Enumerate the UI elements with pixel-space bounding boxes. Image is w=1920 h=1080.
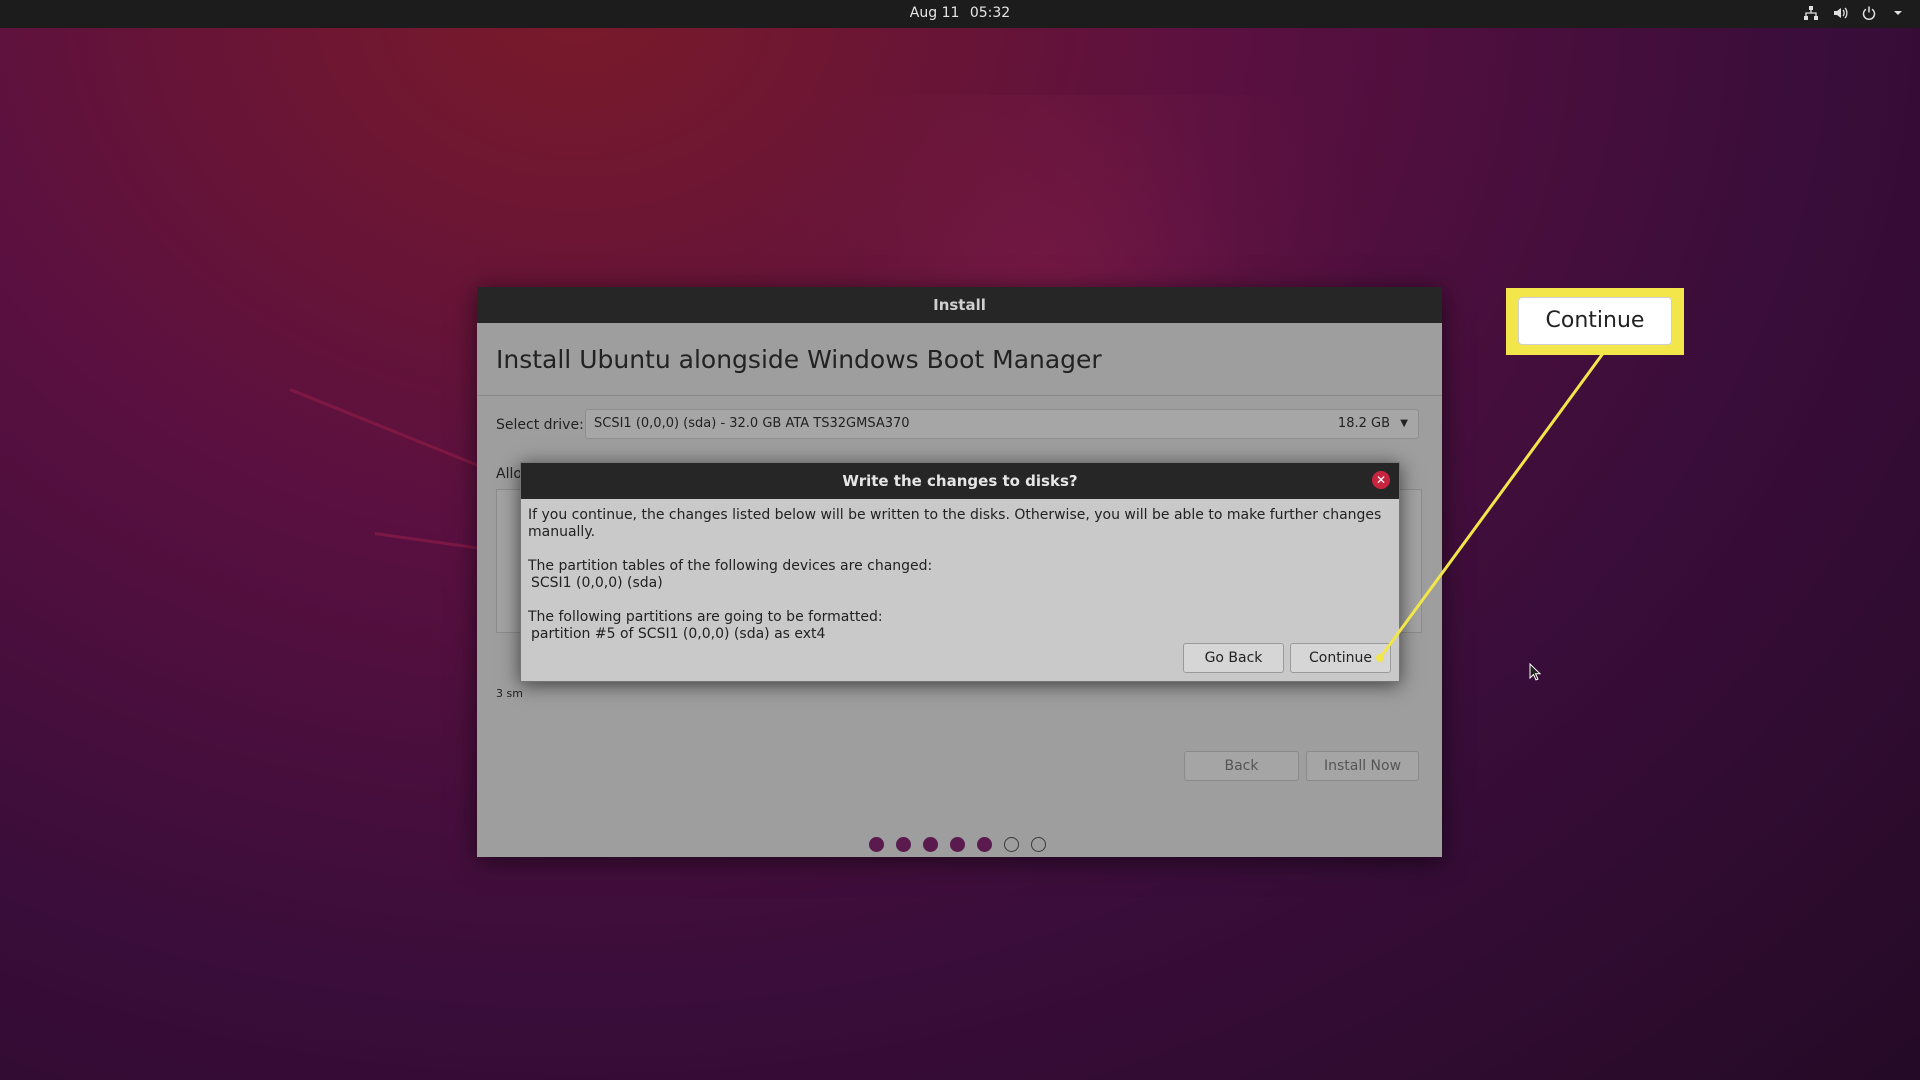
progress-dot-done: [869, 837, 884, 852]
volume-icon[interactable]: [1832, 5, 1848, 21]
drive-size: 18.2 GB: [1337, 416, 1390, 431]
dialog-title: Write the changes to disks?: [842, 472, 1078, 490]
drive-select-value: SCSI1 (0,0,0) (sda) - 32.0 GB ATA TS32GM…: [594, 416, 910, 431]
progress-dot-done: [896, 837, 911, 852]
clock-time: 05:32: [969, 5, 1011, 21]
wallpaper-line: [289, 388, 495, 474]
drive-select[interactable]: SCSI1 (0,0,0) (sda) - 32.0 GB ATA TS32GM…: [585, 409, 1419, 439]
format-heading: The following partitions are going to be…: [528, 609, 883, 625]
progress-dot-done: [950, 837, 965, 852]
go-back-button[interactable]: Go Back: [1183, 643, 1284, 673]
chevron-down-icon: ▼: [1400, 418, 1408, 429]
select-drive-label: Select drive:: [496, 417, 584, 433]
progress-dot-done: [977, 837, 992, 852]
window-title: Install: [477, 287, 1442, 323]
mouse-cursor-icon: [1529, 663, 1541, 681]
confirm-dialog: Write the changes to disks? ✕ If you con…: [520, 462, 1400, 682]
page-title: Install Ubuntu alongside Windows Boot Ma…: [496, 345, 1102, 374]
clock[interactable]: Aug 11 05:32: [0, 5, 1920, 21]
progress-dot-pending: [1031, 837, 1046, 852]
progress-dots: [869, 837, 1046, 852]
back-button[interactable]: Back: [1184, 751, 1299, 781]
dialog-intro: If you continue, the changes listed belo…: [528, 507, 1382, 540]
format-item: partition #5 of SCSI1 (0,0,0) (sda) as e…: [531, 626, 826, 642]
network-icon[interactable]: [1803, 5, 1819, 21]
allocate-label: Allo: [496, 466, 522, 482]
partition-tables-heading: The partition tables of the following de…: [528, 558, 933, 574]
progress-dot-pending: [1004, 837, 1019, 852]
clock-date: Aug 11: [909, 5, 960, 21]
top-bar: Aug 11 05:32: [0, 0, 1920, 28]
install-now-button[interactable]: Install Now: [1306, 751, 1419, 781]
divider: [477, 395, 1442, 396]
power-icon[interactable]: [1861, 5, 1877, 21]
system-tray[interactable]: [1803, 5, 1906, 21]
partition-tables-device: SCSI1 (0,0,0) (sda): [531, 575, 663, 591]
continue-button[interactable]: Continue: [1290, 643, 1391, 673]
callout-continue-button: Continue: [1518, 297, 1672, 345]
partition-note: 3 sm: [496, 687, 523, 700]
close-icon[interactable]: ✕: [1372, 471, 1390, 489]
chevron-down-icon[interactable]: [1890, 5, 1906, 21]
progress-dot-done: [923, 837, 938, 852]
